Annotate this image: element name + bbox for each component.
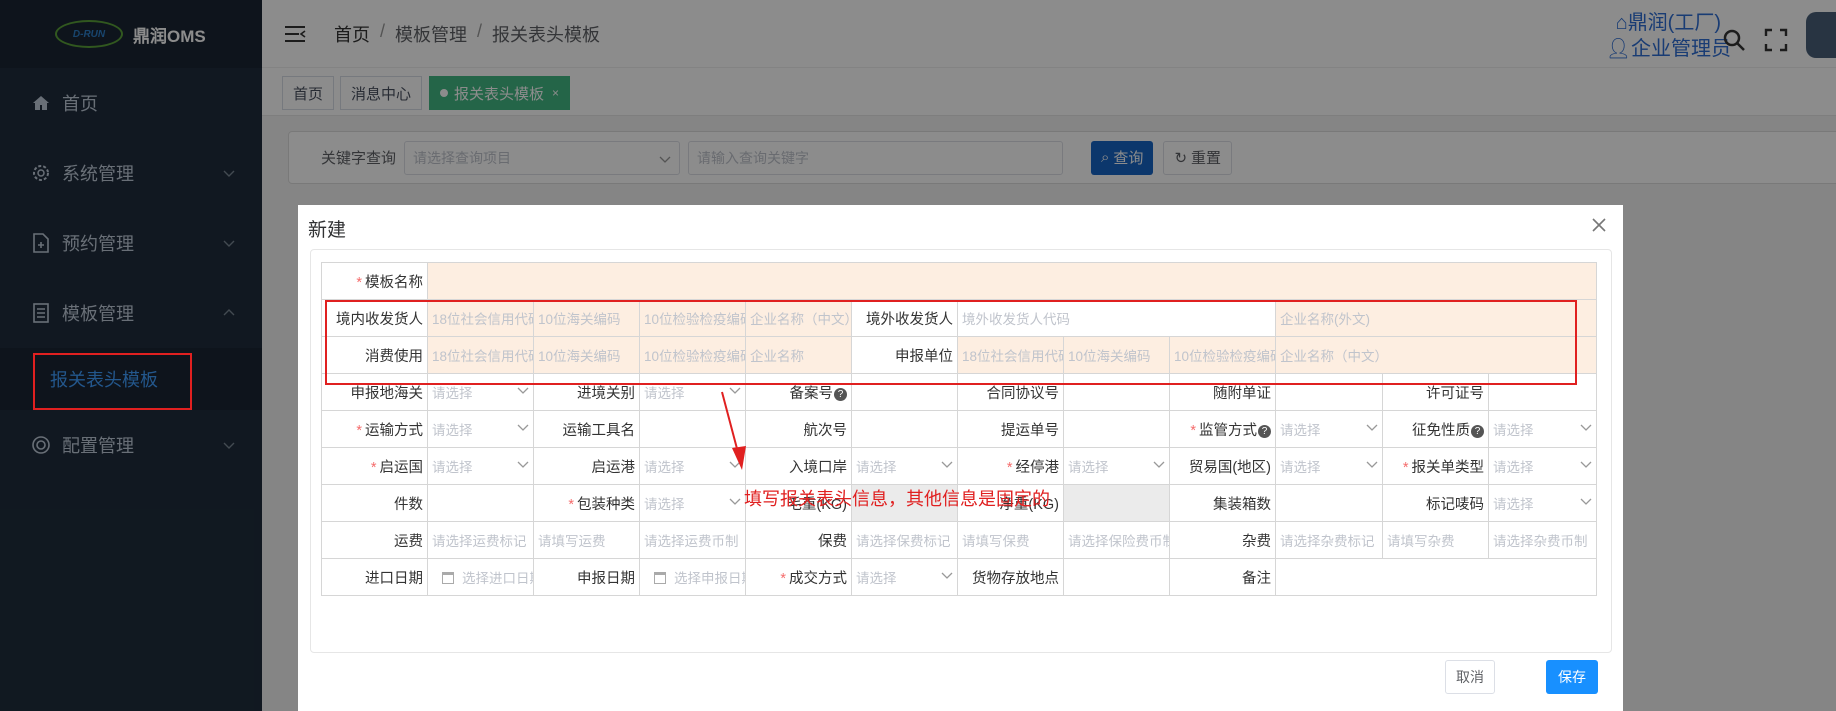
freight-amount-input[interactable]: 请填写运费 [533,521,640,559]
chevron-down-icon [1580,424,1592,431]
transport-mode-select[interactable]: 请选择 [427,410,534,448]
label-remark: 备注 [1169,558,1276,596]
annotation-highlight-box [325,300,1577,385]
label-bill-no: 提运单号 [957,410,1064,448]
pieces-input[interactable] [427,484,534,522]
label-deal-mode: * 成交方式 [745,558,852,596]
freight-currency-select[interactable]: 请选择运费币制 [639,521,746,559]
label-storage: 货物存放地点 [957,558,1064,596]
label-freight: 运费 [321,521,428,559]
label-form-type: * 报关单类型 [1382,447,1489,485]
chevron-down-icon [941,461,953,468]
form-type-select[interactable]: 请选择 [1487,447,1598,485]
label-import-date: 进口日期 [321,558,428,596]
insurance-amount-input[interactable]: 请填写保费 [957,521,1064,559]
label-stop-port: * 经停港 [957,447,1064,485]
label-transport-name: 运输工具名 [533,410,640,448]
chevron-down-icon [1580,498,1592,505]
chevron-down-icon [1366,461,1378,468]
chevron-down-icon [1366,424,1378,431]
calendar-icon [654,572,666,584]
save-button[interactable]: 保存 [1546,660,1598,694]
label-entry-port: 入境口岸 [745,447,852,485]
containers-input[interactable] [1275,484,1383,522]
chevron-down-icon [517,424,529,431]
label-origin-port: 启运港 [533,447,640,485]
label-containers: 集装箱数 [1169,484,1276,522]
label-transport-mode: * 运输方式 [321,410,428,448]
dialog-title: 新建 [308,220,347,241]
close-icon[interactable] [1591,217,1607,233]
create-dialog: 新建 * 模板名称 境内收发货人 18位社会信用代码 10位海关编码 10位检验检… [298,205,1623,711]
misc-amount-input[interactable]: 请填写杂费 [1382,521,1489,559]
misc-mark-select[interactable]: 请选择杂费标记 [1275,521,1383,559]
chevron-down-icon [729,498,741,505]
annotation-arrow-icon [721,391,746,470]
label-voyage: 航次号 [745,410,852,448]
declare-date-picker[interactable]: 选择申报日期 [639,558,746,596]
chevron-down-icon [1153,461,1165,468]
entry-port-select[interactable]: 请选择 [851,447,958,485]
remark-input[interactable] [1274,558,1598,596]
import-date-picker[interactable]: 选择进口日期 [427,558,534,596]
label-supervision: * 监管方式? [1169,410,1276,448]
label-package-type: * 包装种类 [533,484,640,522]
cancel-button[interactable]: 取消 [1445,660,1495,694]
deal-mode-select[interactable]: 请选择 [851,558,958,596]
help-icon: ? [1471,424,1484,438]
supervision-select[interactable]: 请选择 [1275,410,1383,448]
bill-no-input[interactable] [1063,410,1170,448]
chevron-down-icon [941,572,953,579]
save-label: 保存 [1558,669,1586,685]
insurance-currency-select[interactable]: 请选择保险费币制 [1063,521,1170,559]
chevron-down-icon [517,387,529,394]
misc-currency-select[interactable]: 请选择杂费币制 [1487,521,1598,559]
marks-select[interactable]: 请选择 [1487,484,1598,522]
annotation-text: 填写报关表头信息，其他信息是固定的 [744,489,1050,509]
label-misc: 杂费 [1169,521,1276,559]
help-icon: ? [1258,424,1271,438]
chevron-down-icon [1580,461,1592,468]
label-insurance: 保费 [745,521,852,559]
cancel-label: 取消 [1456,669,1484,685]
insurance-mark-select[interactable]: 请选择保费标记 [851,521,958,559]
label-tax-nature: 征免性质? [1382,410,1489,448]
highlight-box [33,353,192,410]
trade-country-select[interactable]: 请选择 [1275,447,1383,485]
package-type-select[interactable]: 请选择 [639,484,746,522]
tax-nature-select[interactable]: 请选择 [1487,410,1598,448]
net-weight-input [1063,484,1170,522]
stop-port-select[interactable]: 请选择 [1063,447,1170,485]
help-icon: ? [834,387,847,401]
calendar-icon [442,572,454,584]
storage-input[interactable] [1063,558,1170,596]
label-origin-country: * 启运国 [321,447,428,485]
label-pieces: 件数 [321,484,428,522]
label-declare-date: 申报日期 [533,558,640,596]
label-trade-country: 贸易国(地区) [1169,447,1276,485]
freight-mark-select[interactable]: 请选择运费标记 [427,521,534,559]
voyage-input[interactable] [851,410,958,448]
label-template-name: * 模板名称 [321,262,428,300]
label-marks: 标记唛码 [1382,484,1489,522]
chevron-down-icon [517,461,529,468]
origin-country-select[interactable]: 请选择 [427,447,534,485]
template-name-input[interactable] [426,262,1598,300]
